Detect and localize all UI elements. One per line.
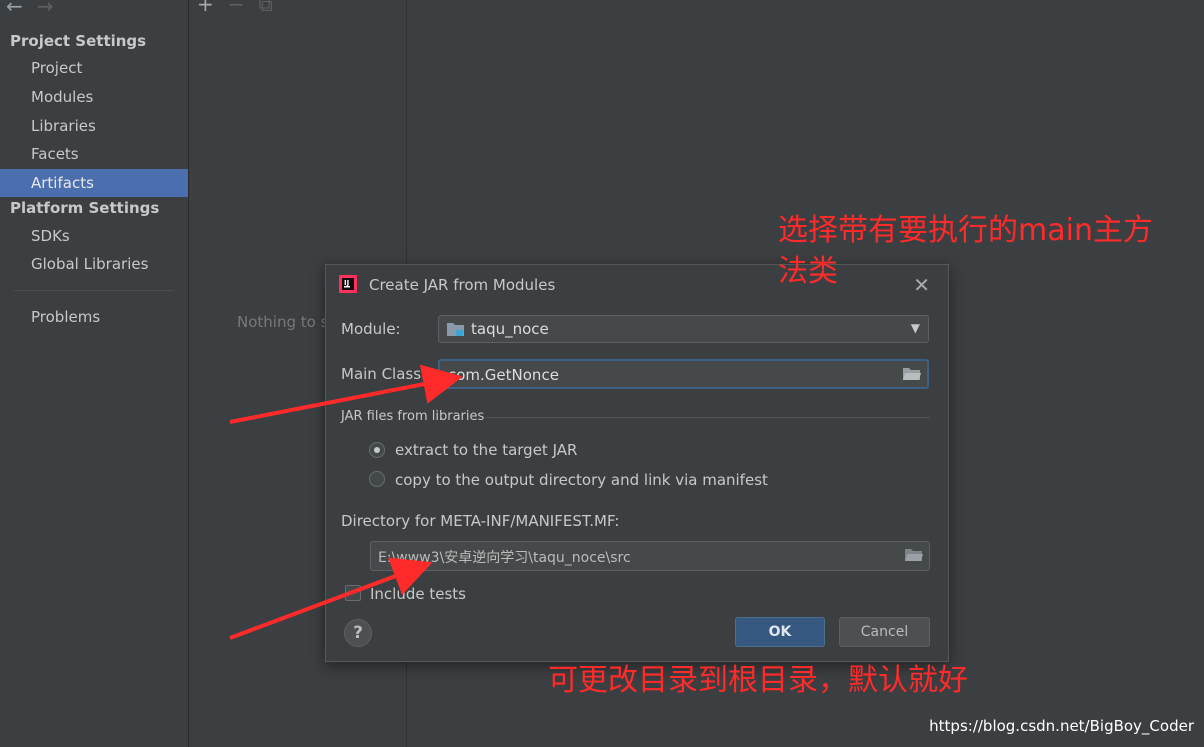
annotation-directory-note: 可更改目录到根目录，默认就好 xyxy=(548,663,968,698)
annotation-main-class-line2: 法类 xyxy=(778,254,838,289)
watermark: https://blog.csdn.net/BigBoy_Coder xyxy=(929,717,1194,735)
annotation-arrow-directory xyxy=(229,557,433,640)
annotation-arrow-main-class xyxy=(229,364,463,424)
annotation-arrows xyxy=(229,364,463,640)
annotation-main-class-line1: 选择带有要执行的main主方 xyxy=(778,213,1153,248)
